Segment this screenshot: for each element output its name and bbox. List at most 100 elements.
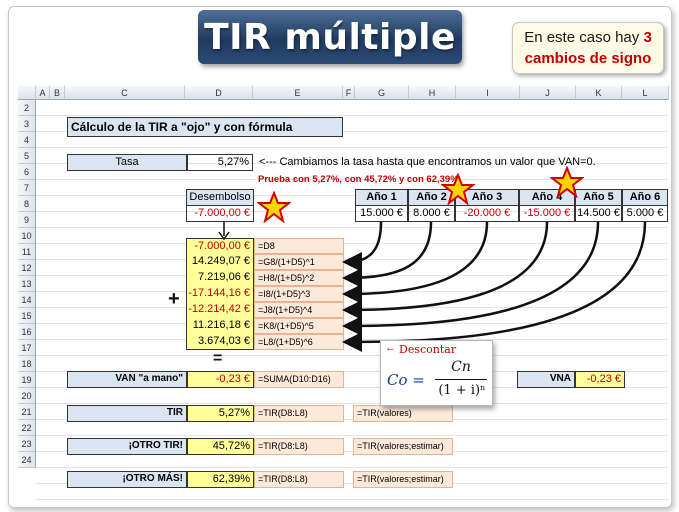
row-header-9[interactable]: 9: [18, 212, 36, 228]
row-header-12[interactable]: 12: [18, 260, 36, 276]
row-header-3[interactable]: 3: [18, 116, 36, 132]
equals-sign: =: [213, 350, 223, 367]
formula-e15[interactable]: =K8/(1+D5)^5: [254, 318, 344, 334]
row-header-14[interactable]: 14: [18, 292, 36, 308]
discounted-value-d12[interactable]: 7.219,06 €: [186, 270, 254, 286]
year-value-1[interactable]: 15.000 €: [355, 205, 408, 222]
star-icon-ano4: [550, 166, 584, 198]
col-header-l[interactable]: L: [622, 86, 669, 100]
discounted-value-d10[interactable]: -7.000,00 €: [186, 238, 254, 254]
row-header-10[interactable]: 10: [18, 228, 36, 244]
formula-e10[interactable]: =D8: [254, 238, 344, 254]
discounted-value-d15[interactable]: 11.216,18 €: [186, 318, 254, 334]
row-header-24[interactable]: 24: [18, 452, 36, 468]
col-header-f[interactable]: F: [343, 86, 355, 100]
van-value[interactable]: -0,23 €: [187, 371, 254, 388]
left-arrow-icon: ←: [385, 342, 396, 354]
discounted-value-d16[interactable]: 3.674,03 €: [186, 334, 254, 350]
formula-e13[interactable]: =I8/(1+D5)^3: [254, 286, 344, 302]
select-all-corner[interactable]: [18, 86, 36, 100]
tir-value[interactable]: 5,27%: [187, 405, 254, 422]
tir-syntax[interactable]: =TIR(valores): [353, 405, 453, 422]
desembolso-label[interactable]: Desembolso: [186, 189, 254, 206]
tasa-note: <--- Cambiamos la tasa hasta que encontr…: [259, 156, 596, 168]
year-header-6[interactable]: Año 6: [622, 189, 668, 206]
callout-line1: En este caso hay: [524, 29, 644, 46]
tir2-formula[interactable]: =TIR(D8:L8): [254, 438, 344, 455]
formula-label: Descontar: [399, 343, 457, 356]
row-header-22[interactable]: 22: [18, 420, 36, 436]
tir3-syntax[interactable]: =TIR(valores;estimar): [353, 471, 453, 488]
year-value-2[interactable]: 8.000 €: [408, 205, 455, 222]
row-header-7[interactable]: 7: [18, 180, 36, 196]
row-header-4[interactable]: 4: [18, 132, 36, 148]
plus-sign: +: [168, 288, 180, 310]
van-label[interactable]: VAN "a mano": [67, 371, 187, 388]
sign-change-callout: En este caso hay 3 cambios de signo: [512, 22, 664, 74]
title-banner: TIR múltiple: [198, 10, 462, 64]
star-icon-ano2: [441, 173, 475, 205]
row-header-11[interactable]: 11: [18, 244, 36, 260]
year-value-5[interactable]: 14.500 €: [575, 205, 622, 222]
discount-formula-box: ← Descontar Co = Cn (1 + i)ⁿ: [380, 340, 493, 406]
year-value-3[interactable]: -20.000 €: [455, 205, 519, 222]
col-header-d[interactable]: D: [185, 86, 253, 100]
row-header-15[interactable]: 15: [18, 308, 36, 324]
vna-value[interactable]: -0,23 €: [575, 371, 625, 388]
callout-line2: cambios de signo: [524, 50, 652, 67]
discounted-value-d13[interactable]: -17.144,16 €: [186, 286, 254, 302]
year-value-4[interactable]: -15.000 €: [519, 205, 575, 222]
col-header-h[interactable]: H: [409, 86, 456, 100]
col-header-c[interactable]: C: [65, 86, 185, 100]
tir-formula[interactable]: =TIR(D8:L8): [254, 405, 344, 422]
tir3-value[interactable]: 62,39%: [187, 471, 254, 488]
row-header-8[interactable]: 8: [18, 196, 36, 212]
callout-count: 3: [643, 29, 652, 46]
tir3-formula[interactable]: =TIR(D8:L8): [254, 471, 344, 488]
section-heading[interactable]: Cálculo de la TIR a "ojo" y con fórmula: [67, 117, 343, 137]
col-header-j[interactable]: J: [520, 86, 576, 100]
tir-label[interactable]: TIR: [67, 405, 187, 422]
year-value-6[interactable]: 5.000 €: [622, 205, 668, 222]
row-header-6[interactable]: 6: [18, 164, 36, 180]
formula-e11[interactable]: =G8/(1+D5)^1: [254, 254, 344, 270]
formula-co: Co =: [387, 371, 425, 389]
tasa-label[interactable]: Tasa: [67, 154, 187, 171]
fraction-bar: [435, 379, 487, 380]
tir3-label[interactable]: ¡OTRO MÁS!: [67, 471, 187, 488]
row-header-21[interactable]: 21: [18, 404, 36, 420]
star-icon-desembolso: [257, 191, 291, 223]
row-header-2[interactable]: 2: [18, 100, 36, 116]
col-header-e[interactable]: E: [253, 86, 343, 100]
row-header-20[interactable]: 20: [18, 388, 36, 404]
col-header-k[interactable]: K: [576, 86, 622, 100]
desembolso-value[interactable]: -7.000,00 €: [186, 205, 254, 222]
col-header-b[interactable]: B: [50, 86, 65, 100]
formula-e14[interactable]: =J8/(1+D5)^4: [254, 302, 344, 318]
formula-e12[interactable]: =H8/(1+D5)^2: [254, 270, 344, 286]
discounted-value-d14[interactable]: -12.214,42 €: [186, 302, 254, 318]
col-header-a[interactable]: A: [36, 86, 50, 100]
tir2-syntax[interactable]: =TIR(valores;estimar): [353, 438, 453, 455]
discounted-value-d11[interactable]: 14.249,07 €: [186, 254, 254, 270]
row-header-5[interactable]: 5: [18, 148, 36, 164]
tasa-input[interactable]: 5,27%: [187, 154, 253, 171]
row-header-18[interactable]: 18: [18, 356, 36, 372]
vna-label[interactable]: VNA: [517, 371, 575, 388]
tir2-value[interactable]: 45,72%: [187, 438, 254, 455]
formula-e16[interactable]: =L8/(1+D5)^6: [254, 334, 344, 350]
row-header-16[interactable]: 16: [18, 324, 36, 340]
van-formula[interactable]: =SUMA(D10:D16): [254, 371, 344, 388]
row-header-23[interactable]: 23: [18, 436, 36, 452]
tir2-label[interactable]: ¡OTRO TIR!: [67, 438, 187, 455]
col-header-g[interactable]: G: [355, 86, 409, 100]
col-header-i[interactable]: I: [456, 86, 520, 100]
prueba-note: Prueba con 5,27%, con 45,72% y con 62,39…: [258, 174, 459, 185]
formula-numerator: Cn: [451, 359, 471, 375]
row-header-13[interactable]: 13: [18, 276, 36, 292]
row-header-19[interactable]: 19: [18, 372, 36, 388]
row-header-17[interactable]: 17: [18, 340, 36, 356]
banner-title: TIR múltiple: [204, 16, 456, 58]
year-header-1[interactable]: Año 1: [355, 189, 408, 206]
down-arrow-icon: [218, 222, 230, 240]
